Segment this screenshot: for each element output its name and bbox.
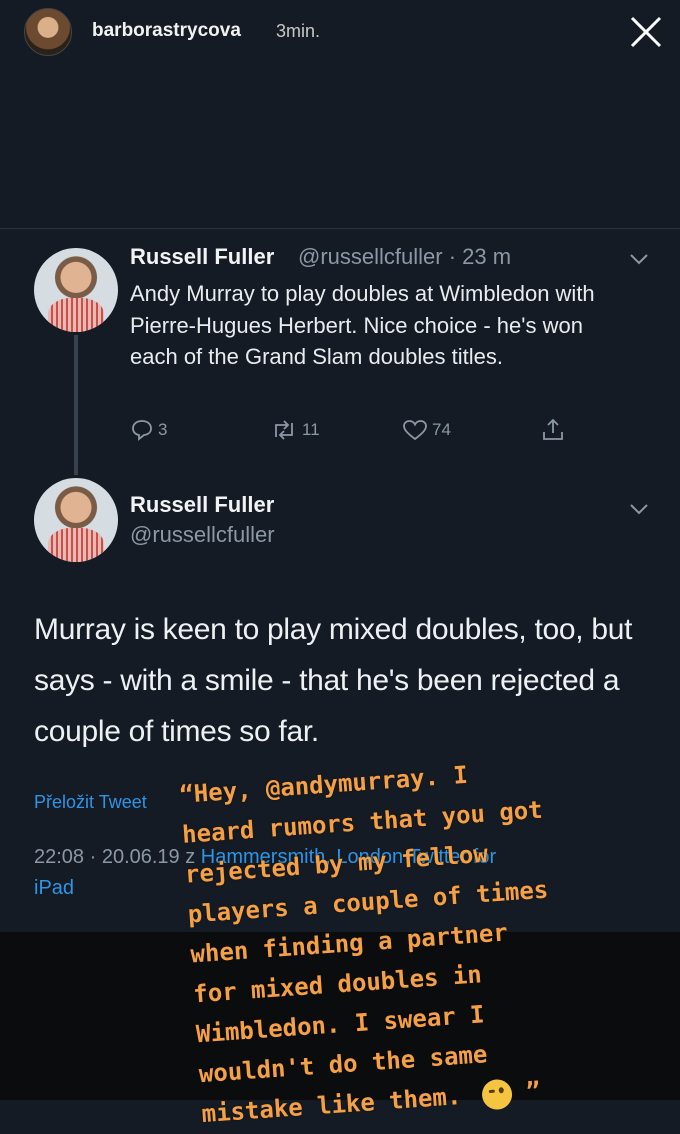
retweet-icon: [275, 420, 293, 440]
reply-button[interactable]: 3: [130, 415, 167, 445]
author-name[interactable]: Russell Fuller: [130, 244, 274, 270]
like-button[interactable]: 74: [402, 415, 451, 445]
story-header: barborastrycova 3min.: [0, 0, 680, 70]
tweet-timestamp: 22:08 · 20.06.19 z: [34, 846, 196, 868]
like-count: 74: [432, 420, 451, 439]
author-name[interactable]: Russell Fuller: [130, 492, 274, 518]
like-icon: [403, 420, 427, 441]
tweet-text: Murray is keen to play mixed doubles, to…: [34, 613, 633, 748]
tweet-avatar[interactable]: [34, 248, 118, 332]
divider: [0, 228, 680, 229]
translate-tweet-link[interactable]: Přeložit Tweet: [34, 792, 147, 813]
reply-count: 3: [158, 420, 168, 439]
wink-emoji-icon: [480, 1078, 513, 1111]
author-handle[interactable]: @russellcfuller · 23 m: [298, 244, 511, 270]
reply-icon: [132, 420, 152, 441]
tweet-text: Andy Murray to play doubles at Wimbledon…: [130, 281, 595, 369]
story-text-overlay: “Hey, @andymurray. I heard rumors that y…: [178, 739, 680, 1134]
chevron-down-icon[interactable]: [628, 502, 650, 516]
story-avatar[interactable]: [24, 8, 72, 56]
story-username[interactable]: barborastrycova: [92, 20, 241, 42]
retweet-count: 11: [302, 420, 320, 439]
share-icon: [543, 418, 563, 440]
share-button[interactable]: [540, 415, 566, 445]
overlay-closing-quote: ”: [524, 1076, 542, 1106]
tweet-source-device[interactable]: iPad: [34, 877, 74, 900]
chevron-down-icon[interactable]: [628, 252, 650, 266]
retweet-button[interactable]: 11: [270, 415, 320, 445]
author-handle[interactable]: @russellcfuller: [130, 522, 275, 548]
thread-line: [74, 335, 78, 475]
tweet-avatar[interactable]: [34, 478, 118, 562]
close-icon[interactable]: [628, 14, 664, 50]
story-time: 3min.: [276, 21, 321, 41]
